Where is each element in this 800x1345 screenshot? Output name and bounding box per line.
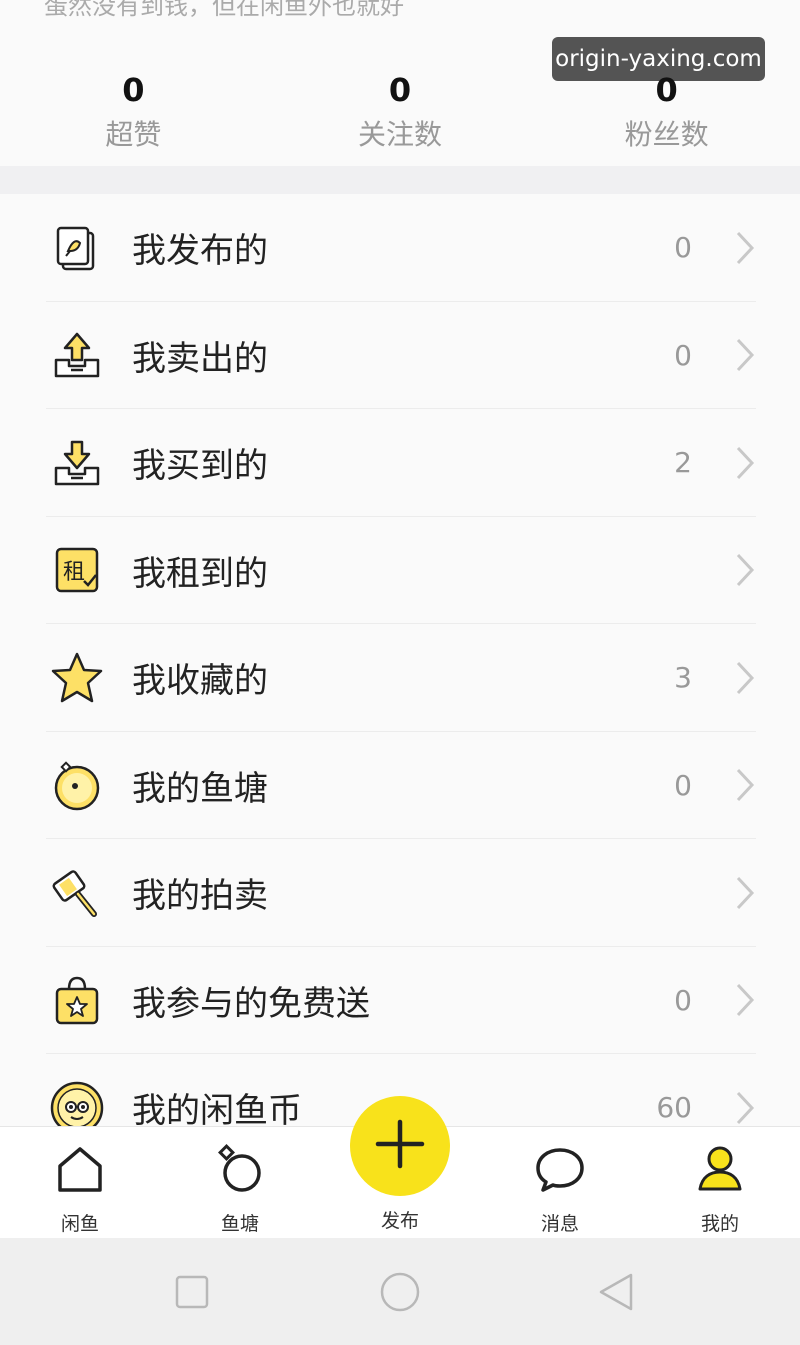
tab-label: 鱼塘: [220, 1213, 259, 1235]
menu-item-rented[interactable]: 租 我租到的: [0, 517, 800, 625]
pond-ring-icon: [210, 1139, 270, 1199]
menu-item-label: 我买到的: [132, 446, 268, 487]
stat-label: 超赞: [105, 118, 162, 151]
tab-messages[interactable]: 消息: [480, 1127, 640, 1238]
published-doc-icon: [48, 219, 106, 277]
menu-item-count: 0: [674, 768, 692, 802]
menu-item-published[interactable]: 我发布的 0: [0, 194, 800, 302]
star-icon: [48, 649, 106, 707]
tab-pond[interactable]: 鱼塘: [160, 1127, 320, 1238]
menu-item-label: 我的闲鱼币: [132, 1091, 302, 1132]
menu-item-label: 我发布的: [132, 231, 268, 272]
tab-profile[interactable]: 我的: [640, 1127, 800, 1238]
bought-tray-icon: [48, 434, 106, 492]
menu-item-free-giveaway[interactable]: 我参与的免费送 0: [0, 947, 800, 1055]
stat-label: 关注数: [358, 118, 443, 151]
chevron-right-icon: [735, 552, 755, 588]
menu-item-count: 0: [674, 983, 692, 1017]
chevron-right-icon: [735, 1090, 755, 1126]
sold-tray-icon: [48, 326, 106, 384]
recent-apps-icon[interactable]: [172, 1272, 212, 1312]
system-nav-bar: [0, 1238, 800, 1345]
chevron-right-icon: [735, 337, 755, 373]
chevron-right-icon: [735, 445, 755, 481]
gift-bag-icon: [48, 971, 106, 1029]
menu-item-label: 我参与的免费送: [132, 983, 370, 1024]
menu-item-auction[interactable]: 我的拍卖: [0, 839, 800, 947]
home-nav-icon[interactable]: [380, 1272, 420, 1312]
home-icon: [50, 1139, 110, 1199]
profile-person-icon: [690, 1139, 750, 1199]
tab-label: 我的: [700, 1213, 739, 1235]
section-divider: [0, 166, 800, 194]
stat-likes[interactable]: 0 超赞: [0, 70, 267, 166]
menu-item-label: 我租到的: [132, 553, 268, 594]
fishpond-icon: [48, 756, 106, 814]
tab-label: 闲鱼: [60, 1213, 99, 1235]
menu-item-count: 2: [674, 446, 692, 480]
chevron-right-icon: [735, 982, 755, 1018]
menu-list: 我发布的 0 我卖出的 0 我买到的 2 租 我租到的 我收藏的 3 我的鱼塘 …: [0, 194, 800, 1162]
menu-item-sold[interactable]: 我卖出的 0: [0, 302, 800, 410]
publish-button[interactable]: [350, 1096, 450, 1196]
menu-item-count: 0: [674, 338, 692, 372]
message-bubble-icon: [530, 1139, 590, 1199]
menu-item-count: 60: [656, 1091, 692, 1125]
chevron-right-icon: [735, 660, 755, 696]
menu-item-label: 我收藏的: [132, 661, 268, 702]
chevron-right-icon: [735, 230, 755, 266]
chevron-right-icon: [735, 767, 755, 803]
menu-item-label: 我的鱼塘: [132, 768, 268, 809]
publish-label: 发布: [380, 1210, 419, 1232]
menu-item-fishpond[interactable]: 我的鱼塘 0: [0, 732, 800, 840]
menu-item-count: 0: [674, 231, 692, 265]
stat-followers[interactable]: 0 粉丝数: [533, 70, 800, 166]
menu-item-bought[interactable]: 我买到的 2: [0, 409, 800, 517]
chevron-right-icon: [735, 875, 755, 911]
back-nav-icon[interactable]: [596, 1272, 636, 1312]
menu-item-label: 我卖出的: [132, 338, 268, 379]
stat-value: 0: [388, 71, 412, 109]
tab-label: 消息: [540, 1213, 579, 1235]
rent-icon: 租: [48, 541, 106, 599]
stats-row: 0 超赞 0 关注数 0 粉丝数: [0, 70, 800, 166]
stat-value: 0: [655, 71, 678, 109]
menu-item-count: 3: [674, 661, 692, 695]
plus-icon: [373, 1117, 427, 1175]
tab-home[interactable]: 闲鱼: [0, 1127, 160, 1238]
stat-following[interactable]: 0 关注数: [267, 70, 534, 166]
auction-hammer-icon: [48, 864, 106, 922]
top-partial-text: 蛋然没有到钱，但在闲鱼外也就好: [44, 0, 404, 20]
menu-item-label: 我的拍卖: [132, 876, 268, 917]
menu-item-favorites[interactable]: 我收藏的 3: [0, 624, 800, 732]
stat-value: 0: [122, 71, 145, 109]
rent-icon-glyph: 租: [63, 560, 85, 585]
stat-label: 粉丝数: [624, 118, 709, 151]
